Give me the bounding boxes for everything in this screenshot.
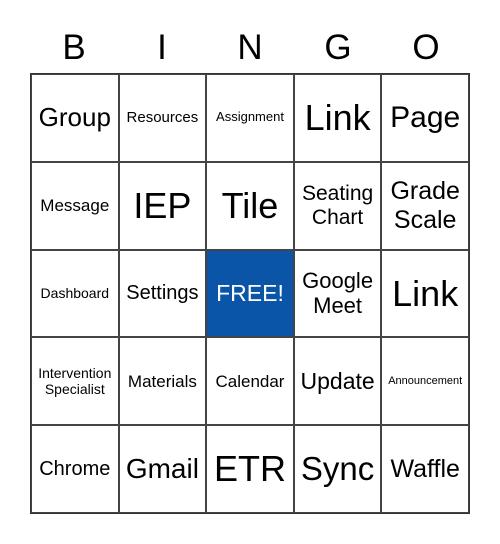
bingo-cell[interactable]: Calendar <box>206 337 294 426</box>
bingo-cell[interactable]: Intervention Specialist <box>31 337 119 426</box>
bingo-cell[interactable]: Google Meet <box>293 249 382 338</box>
bingo-cell[interactable]: Page <box>381 74 469 162</box>
free-cell[interactable]: FREE! <box>206 249 294 338</box>
bingo-cell[interactable]: Waffle <box>381 425 469 513</box>
bingo-cell[interactable]: Update <box>293 337 382 426</box>
bingo-cell[interactable]: Dashboard <box>31 249 119 338</box>
bingo-cell[interactable]: Link <box>381 249 469 338</box>
bingo-cell[interactable]: ETR <box>206 425 294 513</box>
bingo-header: B I N G O <box>30 26 470 70</box>
bingo-cell[interactable]: Message <box>31 161 119 250</box>
bingo-cell[interactable]: Chrome <box>31 425 119 513</box>
bingo-cell[interactable]: Sync <box>293 425 382 513</box>
header-letter-b: B <box>62 28 86 67</box>
header-letter-o: O <box>412 28 440 67</box>
bingo-cell[interactable]: Materials <box>118 337 207 426</box>
bingo-cell[interactable]: Grade Scale <box>381 161 469 250</box>
bingo-cell[interactable]: IEP <box>118 161 207 250</box>
bingo-cell[interactable]: Resources <box>118 74 207 162</box>
bingo-cell[interactable]: Announcement <box>381 337 469 426</box>
header-letter-n: N <box>237 28 263 67</box>
bingo-cell[interactable]: Group <box>31 74 119 162</box>
bingo-cell[interactable]: Assignment <box>206 74 294 162</box>
bingo-cell[interactable]: Link <box>293 74 382 162</box>
bingo-grid: Group Resources Assignment Link Page Message I… <box>30 73 470 514</box>
bingo-cell[interactable]: Settings <box>118 249 207 338</box>
header-letter-i: I <box>157 28 167 67</box>
bingo-cell[interactable]: Gmail <box>118 425 207 513</box>
header-letter-g: G <box>324 28 352 67</box>
bingo-cell[interactable]: Seating Chart <box>293 161 382 250</box>
bingo-cell[interactable]: Tile <box>206 161 294 250</box>
